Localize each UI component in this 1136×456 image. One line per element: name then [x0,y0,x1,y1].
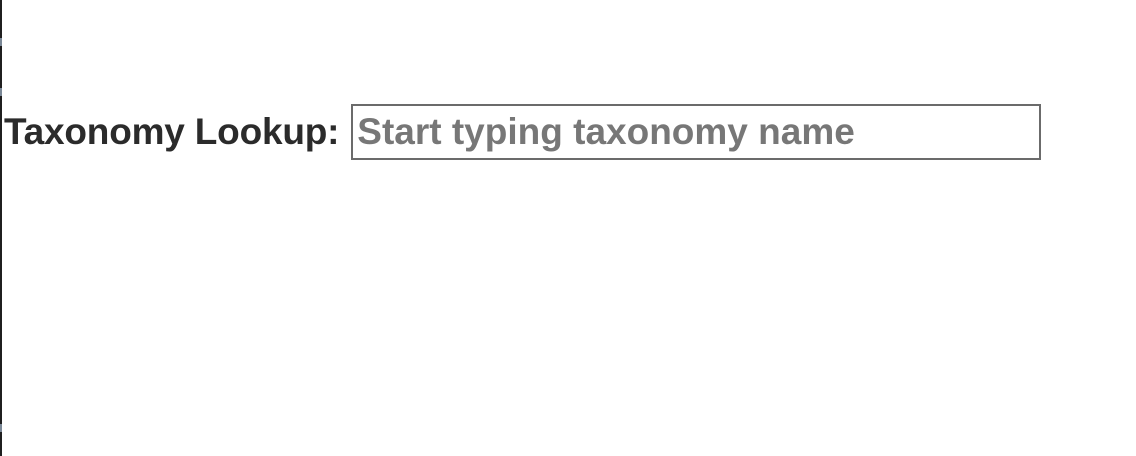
taxonomy-lookup-label: Taxonomy Lookup: [4,111,340,152]
edge-mark [0,38,2,46]
page: Taxonomy Lookup: [0,0,1136,456]
edge-mark [0,424,2,432]
taxonomy-lookup-row: Taxonomy Lookup: [4,104,1042,160]
window-edge [0,0,2,456]
edge-mark [0,88,2,96]
taxonomy-search-input[interactable] [351,104,1042,160]
